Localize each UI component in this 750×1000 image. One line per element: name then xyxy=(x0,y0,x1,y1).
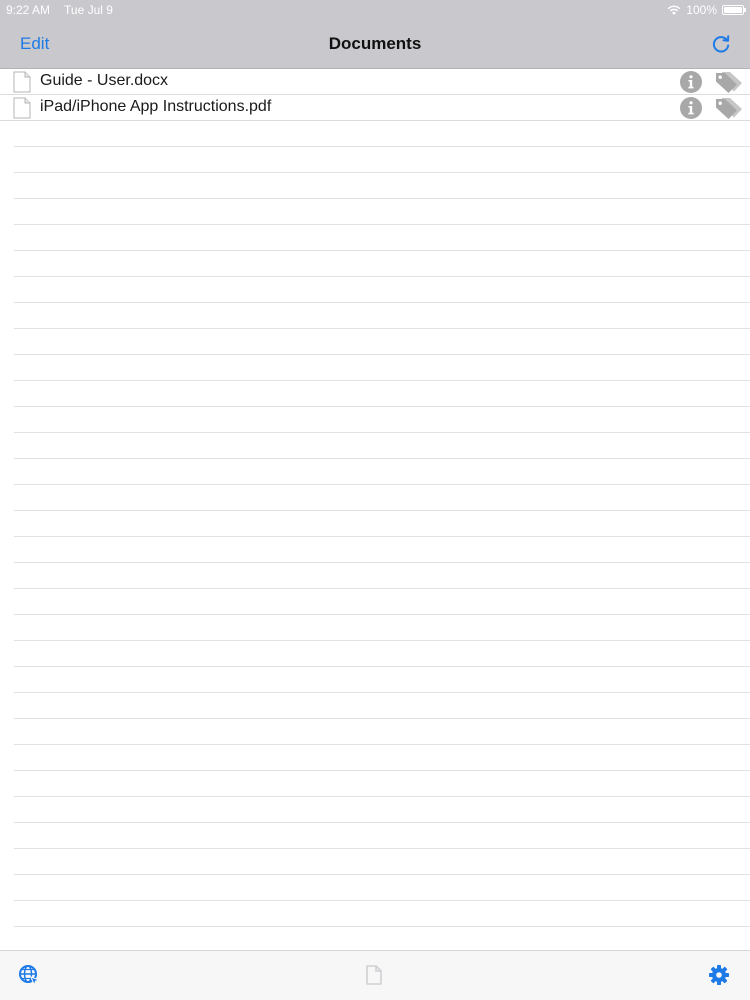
document-icon xyxy=(13,71,31,93)
document-icon xyxy=(13,97,31,119)
status-date: Tue Jul 9 xyxy=(64,3,113,17)
new-document-icon[interactable] xyxy=(364,964,384,986)
battery-fill xyxy=(724,7,742,13)
document-name: Guide - User.docx xyxy=(40,72,169,89)
page-title: Documents xyxy=(328,34,422,53)
tag-icon[interactable] xyxy=(713,69,745,95)
battery-nub xyxy=(744,8,746,12)
wifi-icon xyxy=(668,5,681,15)
gear-icon[interactable] xyxy=(708,964,730,986)
battery-percent: 100% xyxy=(686,3,717,17)
bottom-toolbar xyxy=(0,950,750,1000)
tag-icon[interactable] xyxy=(713,95,745,121)
status-left: 9:22 AM Tue Jul 9 xyxy=(6,3,113,17)
status-bar: 9:22 AM Tue Jul 9 100% xyxy=(0,0,750,22)
status-right: 100% xyxy=(667,3,746,17)
info-icon[interactable] xyxy=(679,96,703,120)
document-list: Guide - User.docx iPad/iPhone App Instru… xyxy=(0,69,750,950)
list-item[interactable]: Guide - User.docx xyxy=(0,69,750,95)
document-name: iPad/iPhone App Instructions.pdf xyxy=(40,98,272,115)
status-time: 9:22 AM xyxy=(6,3,51,17)
list-item[interactable]: iPad/iPhone App Instructions.pdf xyxy=(0,95,750,121)
nav-bar: Edit Documents xyxy=(0,22,750,69)
info-icon[interactable] xyxy=(679,70,703,94)
battery-icon xyxy=(722,5,746,15)
globe-icon[interactable] xyxy=(18,964,40,986)
refresh-icon[interactable] xyxy=(710,33,732,55)
screen: 9:22 AM Tue Jul 9 100% Edit Documents Gu… xyxy=(0,0,750,1000)
